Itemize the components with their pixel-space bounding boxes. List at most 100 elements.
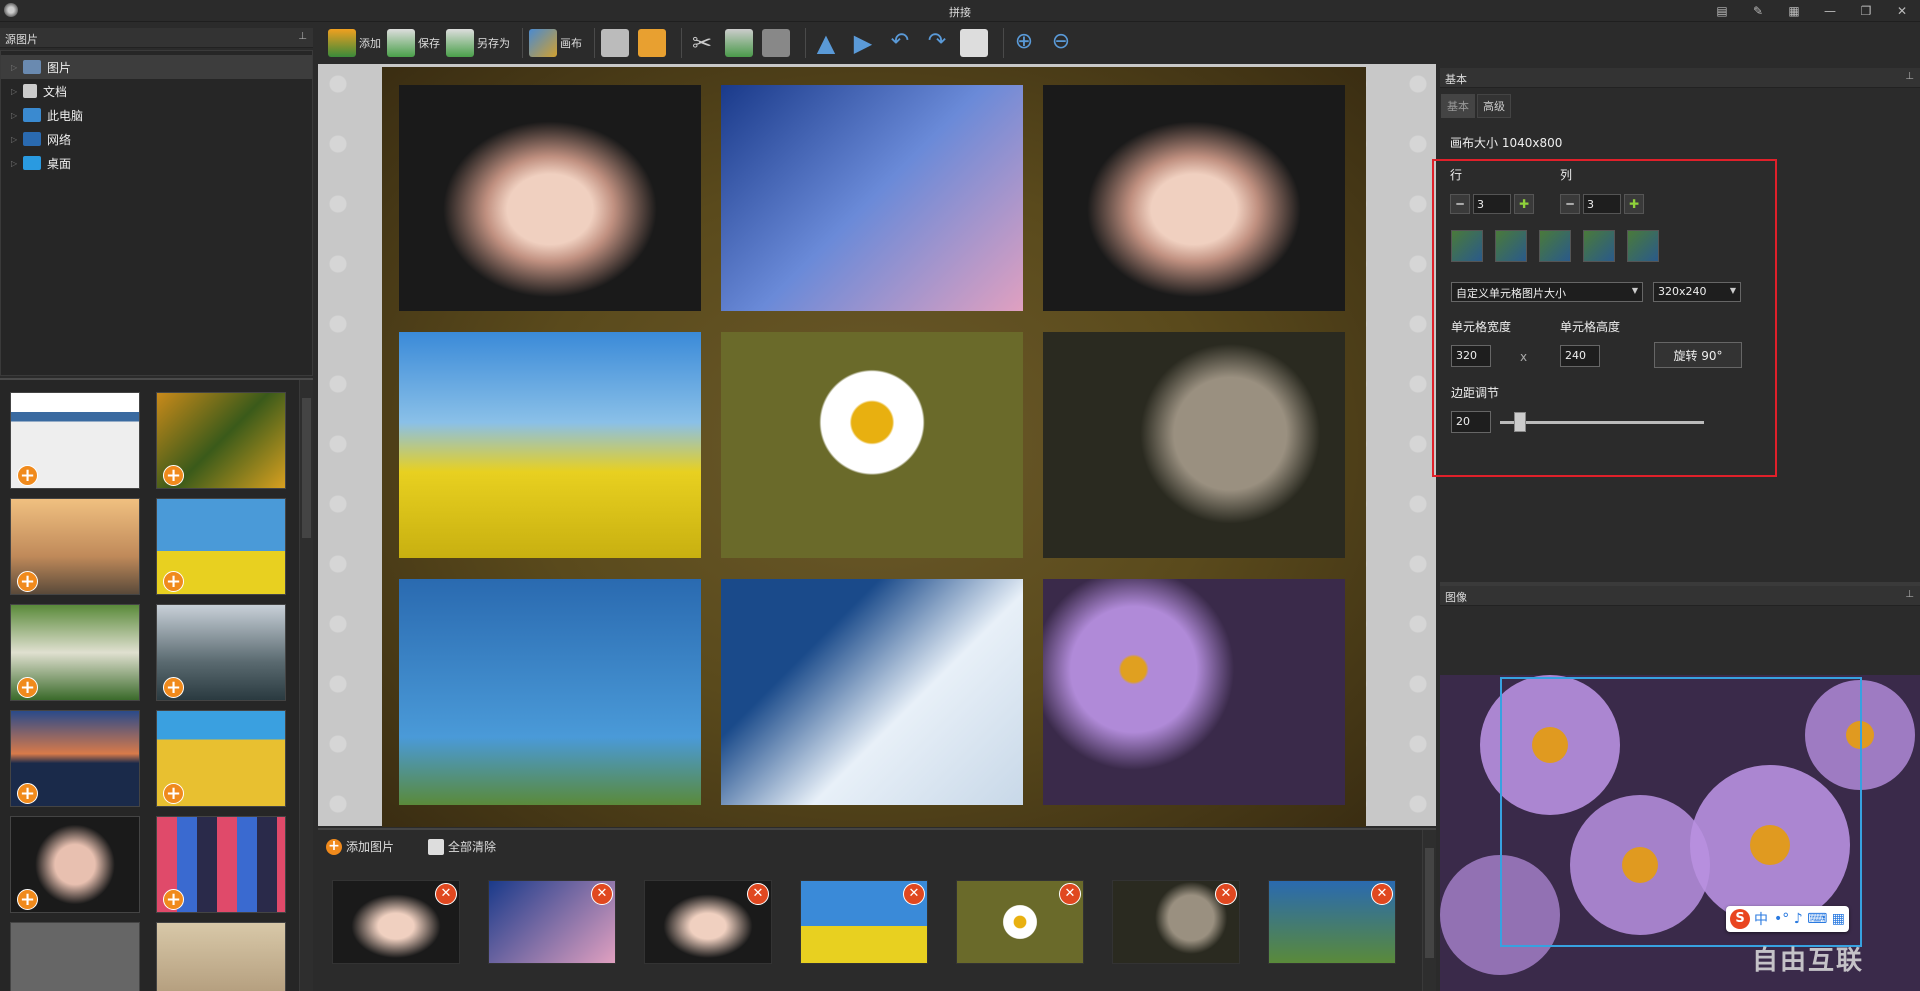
strip-item[interactable]: ✕ xyxy=(1112,880,1240,964)
palette-icon[interactable]: ▦ xyxy=(1776,0,1812,22)
file-icon[interactable]: ▤ xyxy=(1704,0,1740,22)
tree-item-network[interactable]: ▷ 网络 xyxy=(1,127,312,151)
zoom-out-icon: ⊖ xyxy=(1051,29,1071,54)
strip-item[interactable]: ✕ xyxy=(1268,880,1396,964)
scrollbar-thumb[interactable] xyxy=(1425,848,1434,958)
expand-arrow-icon[interactable]: ▷ xyxy=(11,63,23,72)
tree-item-pictures[interactable]: ▷ 图片 xyxy=(1,55,312,79)
strip-item[interactable]: ✕ xyxy=(644,880,772,964)
add-plus-icon[interactable]: + xyxy=(163,677,184,698)
add-plus-icon[interactable]: + xyxy=(163,465,184,486)
toolbar-divider xyxy=(681,28,682,58)
scrollbar-thumb[interactable] xyxy=(302,398,311,538)
restore-button[interactable]: ❐ xyxy=(1848,0,1884,22)
transform-button[interactable] xyxy=(960,25,991,61)
expand-arrow-icon[interactable]: ▷ xyxy=(11,159,23,168)
tree-item-this-pc[interactable]: ▷ 此电脑 xyxy=(1,103,312,127)
canvas-button[interactable]: 画布 xyxy=(529,25,582,61)
collage-cell-anime[interactable] xyxy=(721,85,1023,311)
thumbnail-building[interactable]: + xyxy=(156,710,286,807)
thumbnail-mountain-sunset[interactable]: + xyxy=(10,498,140,595)
paste-button[interactable] xyxy=(762,25,793,61)
thumbnail-tree-field[interactable]: + xyxy=(156,498,286,595)
tree-item-desktop[interactable]: ▷ 桌面 xyxy=(1,151,312,175)
add-plus-icon[interactable]: + xyxy=(17,465,38,486)
add-plus-icon[interactable]: + xyxy=(17,889,38,910)
thumbnail-desert[interactable] xyxy=(156,922,286,991)
collage-cell-daisy[interactable] xyxy=(721,332,1023,558)
strip-item[interactable]: ✕ xyxy=(332,880,460,964)
image-panel-title: 图像 ⊥ xyxy=(1440,586,1920,606)
rotate-left-button[interactable]: ↶ xyxy=(886,25,917,61)
minimize-button[interactable]: — xyxy=(1812,0,1848,22)
pin-icon[interactable]: ⊥ xyxy=(1905,589,1914,600)
strip-scrollbar[interactable] xyxy=(1422,830,1436,991)
flip-horizontal-button[interactable]: ▶ xyxy=(849,25,880,61)
pin-icon[interactable]: ⊥ xyxy=(298,31,307,42)
add-plus-icon[interactable]: + xyxy=(163,571,184,592)
add-plus-icon[interactable]: + xyxy=(17,571,38,592)
strip-item[interactable]: ✕ xyxy=(956,880,1084,964)
remove-icon[interactable]: ✕ xyxy=(1215,883,1237,905)
pin-icon[interactable]: ⊥ xyxy=(1905,71,1914,82)
flip-horizontal-icon: ▶ xyxy=(853,29,873,57)
save-as-button[interactable]: 另存为 xyxy=(446,25,510,61)
flip-vertical-icon: ▲ xyxy=(816,29,836,57)
canvas-area[interactable] xyxy=(318,64,1436,827)
ime-toolbar[interactable]: S 中 •° ♪ ⌨ ▦ xyxy=(1726,906,1849,932)
remove-icon[interactable]: ✕ xyxy=(747,883,769,905)
tab-advanced[interactable]: 高级 xyxy=(1477,94,1511,118)
remove-icon[interactable]: ✕ xyxy=(1371,883,1393,905)
add-button[interactable]: 添加 xyxy=(328,25,381,61)
thumbnail-gray[interactable] xyxy=(10,922,140,991)
remove-icon[interactable]: ✕ xyxy=(1059,883,1081,905)
thumbnail-autumn-road[interactable]: + xyxy=(156,392,286,489)
tree-item-documents[interactable]: ▷ 文档 xyxy=(1,79,312,103)
save-button[interactable]: 保存 xyxy=(387,25,440,61)
collage-cell-autumn-leaf[interactable] xyxy=(1043,332,1345,558)
flip-vertical-button[interactable]: ▲ xyxy=(812,25,843,61)
add-plus-icon[interactable]: + xyxy=(17,677,38,698)
add-plus-icon[interactable]: + xyxy=(17,783,38,804)
clear-all-button[interactable]: 全部清除 xyxy=(428,838,496,855)
collage-cell-clouds[interactable] xyxy=(721,579,1023,805)
thumbnail-collage[interactable]: + xyxy=(156,816,286,913)
desktop-icon xyxy=(23,156,41,170)
remove-icon[interactable]: ✕ xyxy=(435,883,457,905)
thumbnail-bridge[interactable]: + xyxy=(10,710,140,807)
add-plus-icon[interactable]: + xyxy=(163,783,184,804)
collage-canvas[interactable] xyxy=(382,67,1366,827)
zoom-out-button[interactable]: ⊖ xyxy=(1047,25,1078,61)
pen-icon[interactable]: ✎ xyxy=(1740,0,1776,22)
thumbnail-river[interactable]: + xyxy=(156,604,286,701)
cut-button[interactable]: ✂ xyxy=(688,25,719,61)
ime-language[interactable]: 中 xyxy=(1754,909,1768,929)
collage-cell-husky[interactable] xyxy=(399,579,701,805)
print-button[interactable] xyxy=(601,25,632,61)
tab-basic[interactable]: 基本 xyxy=(1441,94,1475,118)
collage-cell-tree-field[interactable] xyxy=(399,332,701,558)
thumbnail-portrait[interactable]: + xyxy=(10,816,140,913)
add-plus-icon[interactable]: + xyxy=(163,889,184,910)
collage-cell-portrait[interactable] xyxy=(399,85,701,311)
email-button[interactable] xyxy=(638,25,669,61)
collage-cell-purple-flowers[interactable] xyxy=(1043,579,1345,805)
close-button[interactable]: ✕ xyxy=(1884,0,1920,22)
thumbnail-screenshot[interactable]: + xyxy=(10,392,140,489)
add-images-button[interactable]: + 添加图片 xyxy=(326,838,394,855)
rotate-right-button[interactable]: ↷ xyxy=(923,25,954,61)
copy-button[interactable] xyxy=(725,25,756,61)
expand-arrow-icon[interactable]: ▷ xyxy=(11,111,23,120)
thumbnail-forest[interactable]: + xyxy=(10,604,140,701)
ime-tools-icon[interactable]: •° ♪ ⌨ ▦ xyxy=(1774,911,1845,927)
thumbnails-scrollbar[interactable] xyxy=(299,380,313,991)
zoom-in-button[interactable]: ⊕ xyxy=(1010,25,1041,61)
strip-item[interactable]: ✕ xyxy=(800,880,928,964)
expand-arrow-icon[interactable]: ▷ xyxy=(11,135,23,144)
remove-icon[interactable]: ✕ xyxy=(903,883,925,905)
strip-item[interactable]: ✕ xyxy=(488,880,616,964)
expand-arrow-icon[interactable]: ▷ xyxy=(11,87,23,96)
collage-cell-portrait-2[interactable] xyxy=(1043,85,1345,311)
transform-icon xyxy=(960,29,988,57)
remove-icon[interactable]: ✕ xyxy=(591,883,613,905)
